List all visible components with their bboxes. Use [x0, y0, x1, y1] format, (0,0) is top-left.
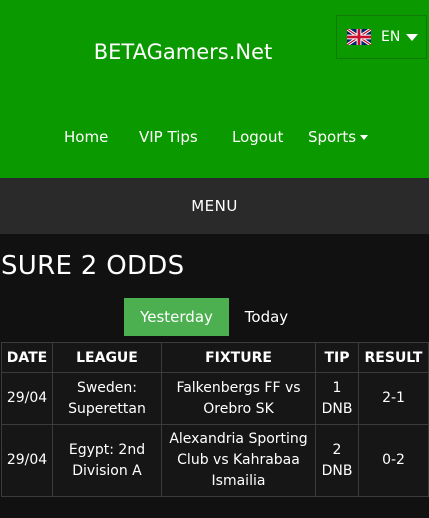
uk-flag-icon: [347, 29, 371, 45]
column-header-fixture: FIXTURE: [161, 342, 316, 373]
site-title[interactable]: BETAGamers.Net: [0, 40, 366, 64]
column-header-date: DATE: [1, 342, 53, 373]
site-header: BETAGamers.Net EN Home VIP Tips Logout S…: [0, 0, 429, 178]
cell-fixture: Falkenbergs FF vs Orebro SK: [161, 372, 316, 425]
table-header-row: DATE LEAGUE FIXTURE TIP RESULT: [1, 342, 429, 373]
language-code: EN: [381, 29, 401, 45]
main-nav: Home VIP Tips Logout Sports: [0, 128, 429, 150]
cell-date: 29/04: [1, 372, 53, 425]
tab-yesterday[interactable]: Yesterday: [124, 298, 229, 336]
cell-fixture: Alexandria Sporting Club vs Kahrabaa Ism…: [161, 424, 316, 497]
nav-item-vip-tips[interactable]: VIP Tips: [139, 128, 198, 146]
cell-date: 29/04: [1, 424, 53, 497]
cell-result: 0-2: [358, 424, 429, 497]
cell-tip: 1 DNB: [315, 372, 359, 425]
tips-table: DATE LEAGUE FIXTURE TIP RESULT 29/04 Swe…: [1, 342, 429, 497]
table-row: 29/04 Egypt: 2nd Division A Alexandria S…: [1, 424, 429, 497]
column-header-tip: TIP: [315, 342, 359, 373]
day-tabs: Yesterday Today: [124, 298, 304, 336]
column-header-league: LEAGUE: [52, 342, 162, 373]
nav-item-logout[interactable]: Logout: [232, 128, 283, 146]
cell-league: Sweden: Superettan: [52, 372, 162, 425]
nav-item-sports[interactable]: Sports: [308, 128, 369, 146]
page-title: SURE 2 ODDS: [1, 251, 185, 281]
language-selector[interactable]: EN: [336, 15, 427, 59]
cell-tip: 2 DNB: [315, 424, 359, 497]
table-row: 29/04 Sweden: Superettan Falkenbergs FF …: [1, 372, 429, 425]
tab-today[interactable]: Today: [229, 298, 304, 336]
nav-item-sports-label: Sports: [308, 128, 357, 146]
cell-result: 2-1: [358, 372, 429, 425]
nav-item-home[interactable]: Home: [64, 128, 108, 146]
column-header-result: RESULT: [358, 342, 429, 373]
menu-toggle[interactable]: MENU: [0, 178, 429, 234]
cell-league: Egypt: 2nd Division A: [52, 424, 162, 497]
caret-down-icon: [360, 135, 369, 140]
chevron-down-icon: [406, 33, 419, 41]
